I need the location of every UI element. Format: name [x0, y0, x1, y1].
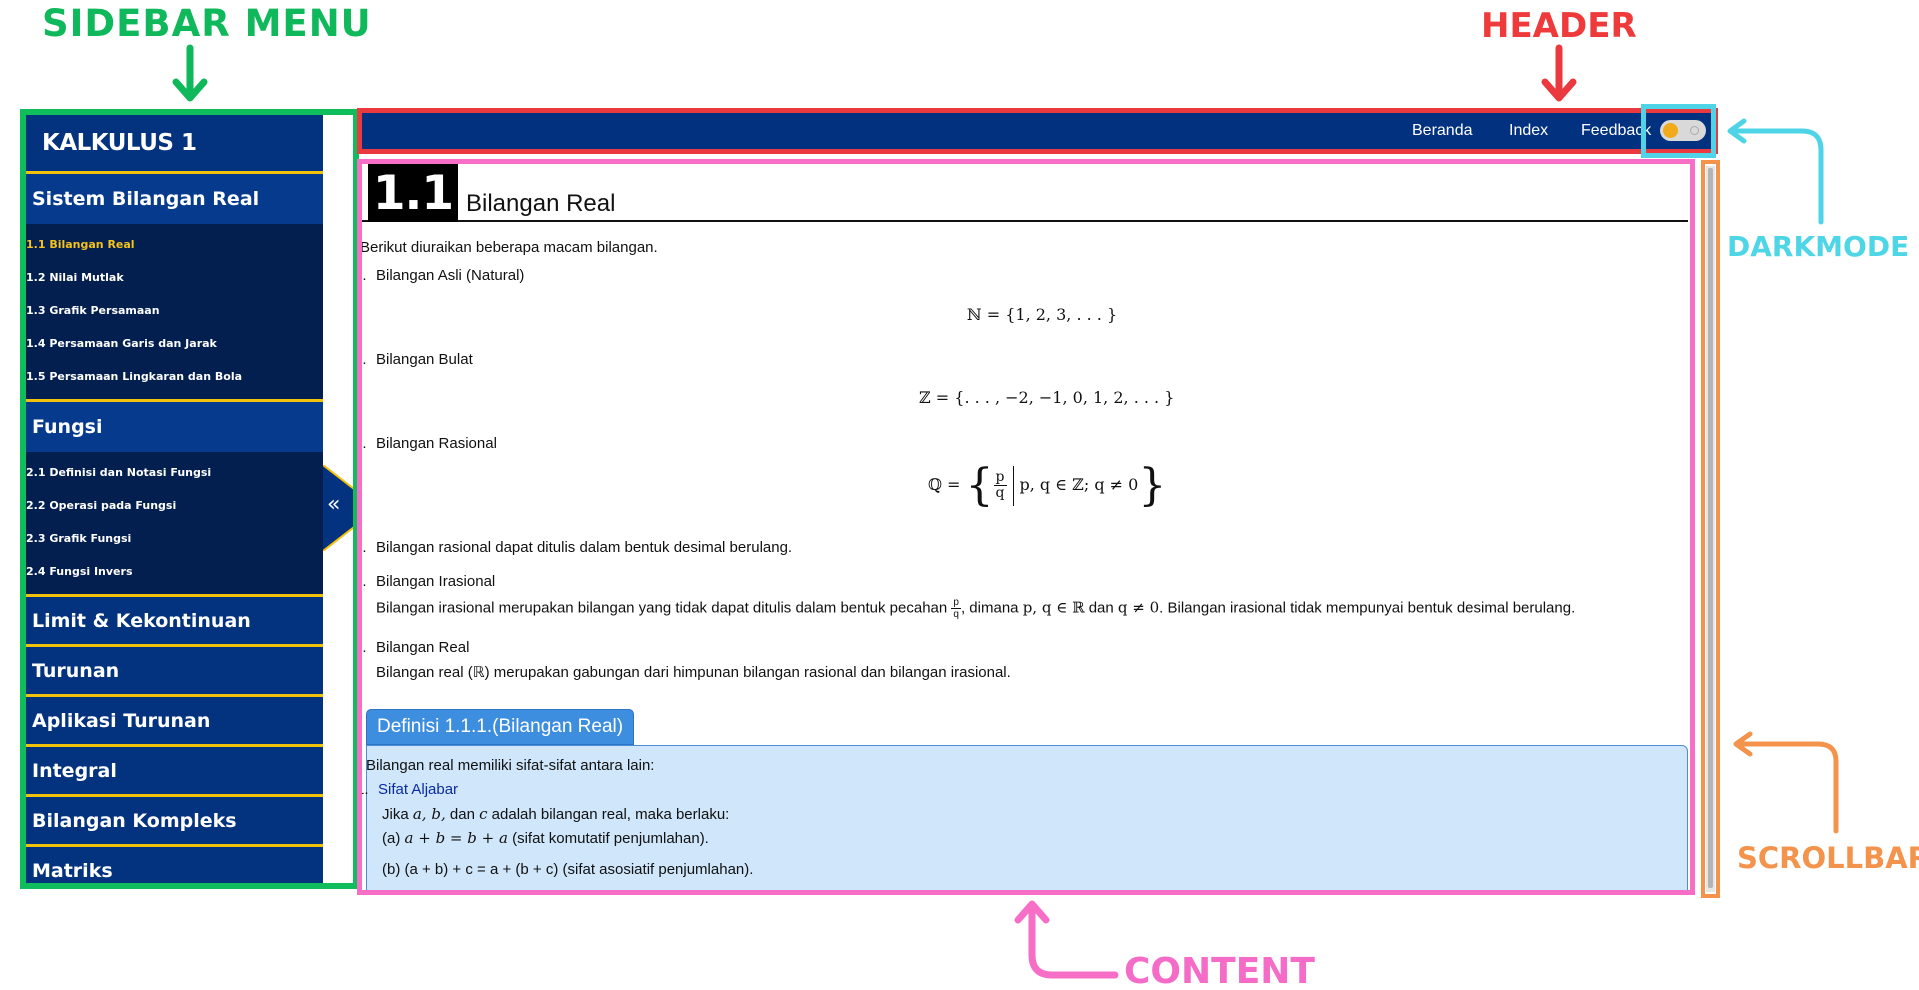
content-arrow	[1014, 900, 1119, 979]
header-arrow	[1541, 44, 1577, 102]
scrollbar-arrow	[1733, 731, 1839, 834]
darkmode-arrow	[1727, 118, 1824, 225]
annotation-arrows	[172, 44, 1839, 979]
sidebar-arrow	[172, 44, 208, 102]
